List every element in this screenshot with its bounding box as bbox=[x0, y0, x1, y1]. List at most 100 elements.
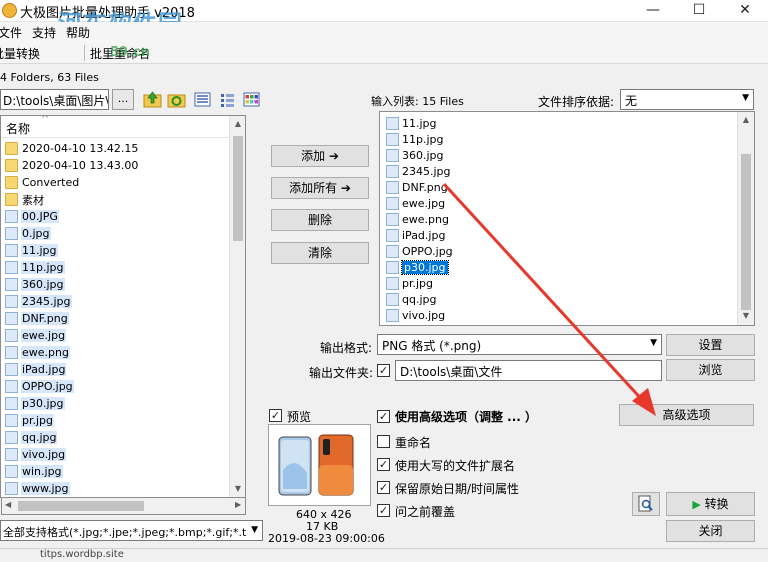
list-item[interactable]: 11p.jpg bbox=[5, 259, 65, 276]
file-list-hscrollbar[interactable]: ◀ ▶ bbox=[1, 498, 246, 515]
input-list-item[interactable]: p30.jpg bbox=[386, 259, 449, 275]
column-header[interactable]: 名称 ^ bbox=[1, 116, 245, 138]
status-text: titps.wordbp.site bbox=[40, 549, 124, 560]
menu-support[interactable]: 支持 bbox=[32, 24, 56, 41]
list-item[interactable]: 360.jpg bbox=[5, 276, 65, 293]
list-item[interactable]: 2345.jpg bbox=[5, 293, 72, 310]
hscroll-thumb[interactable] bbox=[18, 501, 144, 511]
scroll-right-icon[interactable]: ▶ bbox=[235, 500, 241, 509]
list-item[interactable]: 2020-04-10 13.43.00 bbox=[5, 157, 139, 174]
input-list-item[interactable]: 11.jpg bbox=[386, 115, 437, 131]
scroll-up-icon[interactable]: ▲ bbox=[230, 119, 245, 128]
list-item[interactable]: Converted bbox=[5, 174, 80, 191]
list-item[interactable]: 素材 bbox=[5, 191, 45, 208]
list-item[interactable]: vivo.jpg bbox=[5, 446, 67, 463]
scroll-left-icon[interactable]: ◀ bbox=[5, 500, 11, 509]
delete-button[interactable]: 删除 bbox=[271, 209, 369, 231]
add-all-button[interactable]: 添加所有 ➔ bbox=[271, 177, 369, 199]
close-window-button[interactable]: ✕ bbox=[722, 0, 768, 22]
image-file-icon bbox=[5, 363, 18, 376]
view-thumbnails-icon[interactable] bbox=[242, 90, 261, 109]
list-item[interactable]: pr.jpg bbox=[5, 412, 55, 429]
list-item[interactable]: ewe.jpg bbox=[5, 327, 67, 344]
output-format-label: 输出格式: bbox=[320, 341, 373, 355]
list-item[interactable]: ewe.png bbox=[5, 344, 70, 361]
input-list-item-label: 360.jpg bbox=[402, 148, 444, 162]
folder-icon bbox=[5, 159, 18, 172]
image-file-icon bbox=[386, 244, 399, 258]
list-item[interactable]: p30.jpg bbox=[5, 395, 65, 412]
list-item[interactable]: win.jpg bbox=[5, 463, 63, 480]
input-list-item[interactable]: ewe.png bbox=[386, 211, 449, 227]
advanced-options-checkbox[interactable]: ✓ bbox=[377, 410, 390, 423]
image-file-icon bbox=[386, 260, 399, 274]
add-button[interactable]: 添加 ➔ bbox=[271, 145, 369, 167]
list-item[interactable]: 0.jpg bbox=[5, 225, 51, 242]
file-list-vscrollbar[interactable]: ▲ ▼ bbox=[229, 116, 245, 497]
input-scroll-thumb[interactable] bbox=[741, 154, 751, 310]
scroll-down-icon[interactable]: ▼ bbox=[738, 311, 754, 320]
input-list-item[interactable]: DNF.png bbox=[386, 179, 448, 195]
list-item-label: Converted bbox=[22, 176, 80, 189]
preview-checkbox[interactable]: ✓ bbox=[269, 409, 282, 422]
input-list-item[interactable]: qq.jpg bbox=[386, 291, 436, 307]
uppercase-extension-label: 使用大写的文件扩展名 bbox=[395, 459, 516, 473]
view-details-icon[interactable] bbox=[193, 90, 212, 109]
preview-zoom-button[interactable] bbox=[632, 492, 660, 516]
file-type-filter-select[interactable]: 全部支持格式(*.jpg;*.jpe;*.jpeg;*.bmp;*.gif;*.… bbox=[0, 520, 263, 541]
menu-help[interactable]: 帮助 bbox=[66, 24, 90, 41]
list-item[interactable]: 2020-04-10 13.42.15 bbox=[5, 140, 139, 157]
list-item[interactable]: DNF.png bbox=[5, 310, 69, 327]
input-list-vscrollbar[interactable]: ▲ ▼ bbox=[737, 112, 754, 325]
file-browser-list[interactable]: 名称 ^ 2020-04-10 13.42.15 2020-04-10 13.43… bbox=[0, 115, 246, 498]
input-list-item[interactable]: 360.jpg bbox=[386, 147, 444, 163]
output-format-select[interactable]: PNG 格式 (*.png) ▼ bbox=[377, 334, 662, 355]
list-item-label: 11p.jpg bbox=[21, 261, 65, 274]
folder-up-icon[interactable] bbox=[143, 90, 162, 109]
list-item[interactable]: 11.jpg bbox=[5, 242, 58, 259]
input-file-list[interactable]: 11.jpg 11p.jpg 360.jpg 2345.jpg DNF.png ewe.j… bbox=[379, 111, 755, 326]
refresh-folder-icon[interactable] bbox=[167, 90, 186, 109]
advanced-options-button[interactable]: 高级选项 bbox=[619, 404, 754, 426]
close-button[interactable]: 关闭 bbox=[666, 520, 755, 542]
list-item[interactable]: iPad.jpg bbox=[5, 361, 67, 378]
scroll-up-icon[interactable]: ▲ bbox=[738, 115, 754, 124]
list-item[interactable]: qq.jpg bbox=[5, 429, 58, 446]
overwrite-prompt-checkbox[interactable]: ✓ bbox=[377, 504, 390, 517]
rename-checkbox[interactable] bbox=[377, 435, 390, 448]
browse-path-button[interactable]: ... bbox=[112, 89, 134, 110]
menu-file[interactable]: 文件 bbox=[0, 24, 22, 41]
image-file-icon bbox=[5, 295, 18, 308]
input-list-item[interactable]: OPPO.jpg bbox=[386, 243, 453, 259]
minimize-button[interactable]: — bbox=[630, 0, 676, 22]
image-file-icon bbox=[386, 212, 399, 226]
list-item[interactable]: OPPO.jpg bbox=[5, 378, 74, 395]
keep-date-checkbox[interactable]: ✓ bbox=[377, 481, 390, 494]
clear-button[interactable]: 清除 bbox=[271, 242, 369, 264]
input-list-item[interactable]: 2345.jpg bbox=[386, 163, 451, 179]
browse-button[interactable]: 浏览 bbox=[666, 359, 755, 381]
list-item[interactable]: 00.JPG bbox=[5, 208, 59, 225]
scroll-thumb[interactable] bbox=[233, 136, 243, 241]
input-list-item[interactable]: vivo.jpg bbox=[386, 307, 445, 323]
list-item-label: DNF.png bbox=[21, 312, 69, 325]
view-list-icon[interactable] bbox=[218, 90, 237, 109]
list-item[interactable]: www.jpg bbox=[5, 480, 70, 497]
output-folder-input[interactable]: D:\tools\桌面\文件 bbox=[395, 360, 662, 381]
input-list-item[interactable]: ewe.jpg bbox=[386, 195, 445, 211]
convert-button[interactable]: ▶ 转换 bbox=[666, 492, 755, 516]
uppercase-extension-checkbox[interactable]: ✓ bbox=[377, 458, 390, 471]
maximize-button[interactable]: ☐ bbox=[676, 0, 722, 22]
list-item-label: OPPO.jpg bbox=[21, 380, 74, 393]
input-list-item-label: OPPO.jpg bbox=[402, 244, 453, 258]
scroll-down-icon[interactable]: ▼ bbox=[230, 484, 245, 493]
input-list-item[interactable]: pr.jpg bbox=[386, 275, 433, 291]
settings-button[interactable]: 设置 bbox=[666, 334, 755, 356]
path-input[interactable]: D:\tools\桌面\图片\ bbox=[0, 89, 109, 110]
output-folder-checkbox[interactable]: ✓ bbox=[377, 364, 390, 377]
sort-order-select[interactable]: 无 ▼ bbox=[620, 89, 754, 110]
batch-convert-tab[interactable]: 批量转换 bbox=[0, 45, 40, 62]
list-item-label: 0.jpg bbox=[21, 227, 51, 240]
input-list-item[interactable]: iPad.jpg bbox=[386, 227, 445, 243]
input-list-item[interactable]: 11p.jpg bbox=[386, 131, 444, 147]
